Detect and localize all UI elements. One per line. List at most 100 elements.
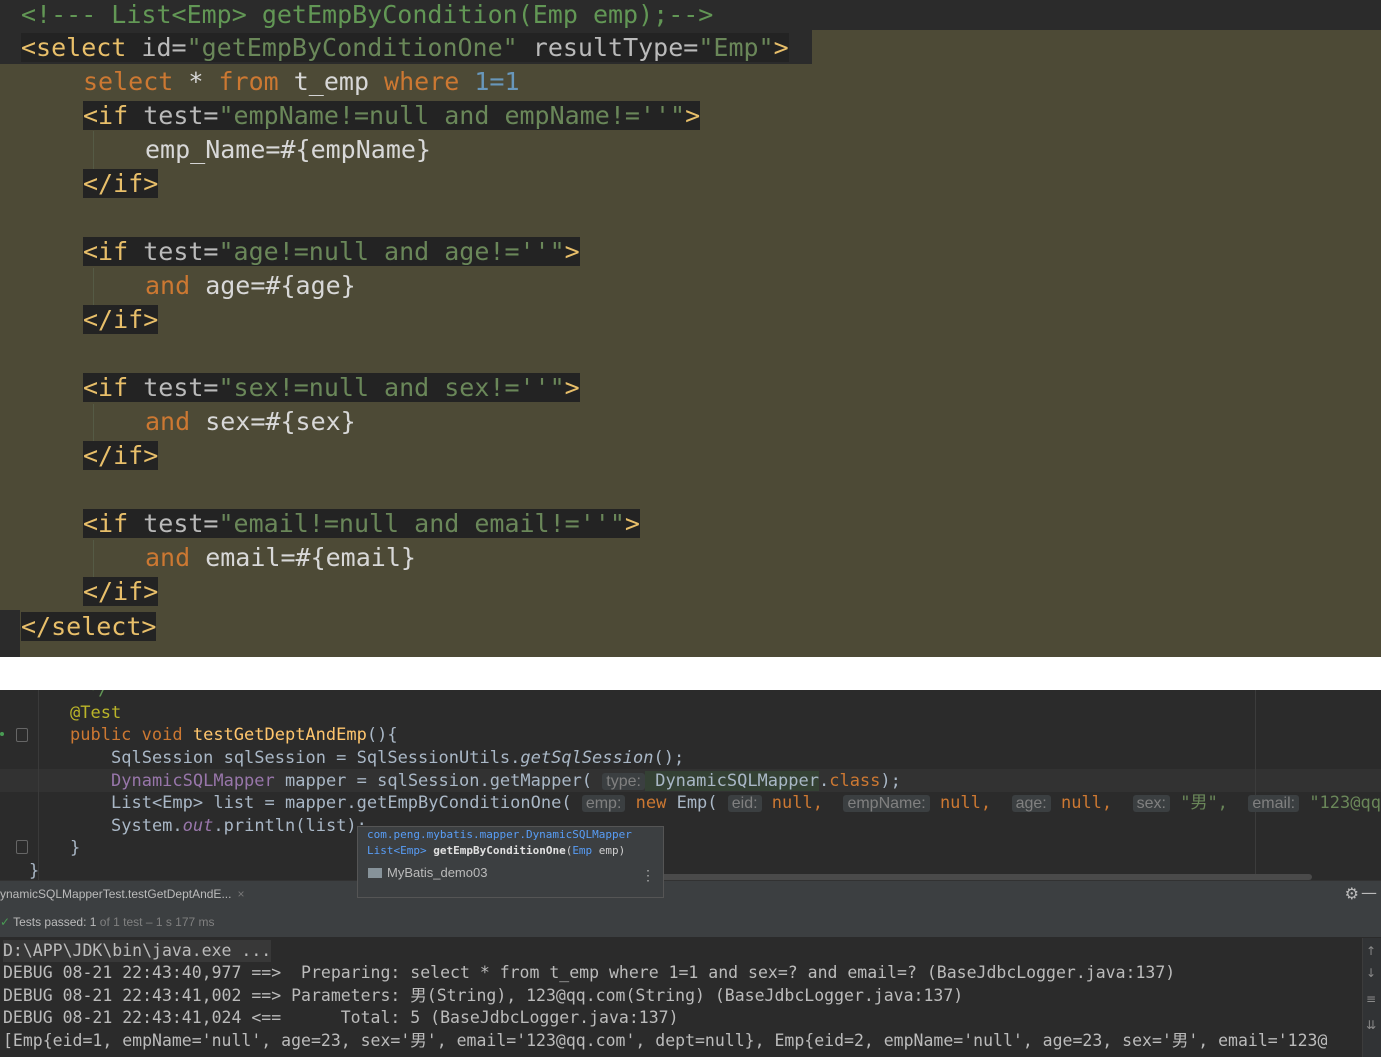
module-name: MyBatis_demo03 xyxy=(387,865,488,880)
console-line: DEBUG 08-21 22:43:41,024 <== Total: 5 (B… xyxy=(3,1008,679,1027)
code-text: System. xyxy=(111,816,183,836)
type-name: DynamicSQLMapper xyxy=(111,771,275,791)
run-marker-icon[interactable] xyxy=(0,732,4,736)
param-hint: type: xyxy=(602,773,645,790)
if-open-tag: <if test="email!=null and email!=''"> xyxy=(83,507,640,541)
code-line-list: List<Emp> list = mapper.getEmpByConditio… xyxy=(111,792,1381,814)
more-options-icon[interactable]: ⋮ xyxy=(641,867,655,884)
test-value: "empName!=null and empName!=''" xyxy=(218,101,686,130)
sql-from-kw: from xyxy=(218,67,279,96)
sql-star: * xyxy=(173,67,219,96)
console-line: DEBUG 08-21 22:43:40,977 ==> Preparing: … xyxy=(3,963,1176,982)
method-paren: (){ xyxy=(366,725,398,745)
java-ide[interactable]: */ @Test public void testGetDeptAndEmp()… xyxy=(0,690,1381,1057)
method-name: getEmpByConditionOne xyxy=(433,844,566,857)
param-hint: age: xyxy=(1011,795,1051,812)
soft-wrap-icon[interactable]: ≡ xyxy=(1366,992,1376,1006)
gear-icon[interactable]: ⚙ xyxy=(1345,884,1359,903)
popup-module: MyBatis_demo03 xyxy=(368,865,487,880)
scroll-to-end-icon[interactable]: ⇊ xyxy=(1366,1018,1376,1032)
run-tab-bar: ynamicSQLMapperTest.testGetDeptAndE... × … xyxy=(0,880,1381,907)
method-signature: public void testGetDeptAndEmp(){ xyxy=(70,724,398,746)
select-tag: <select xyxy=(21,33,142,62)
sql-where-kw: where xyxy=(384,67,460,96)
tag-close: > xyxy=(564,373,580,402)
fold-icon[interactable] xyxy=(16,728,28,742)
sql-table: t_emp xyxy=(278,67,385,96)
popup-qualified-name: com.peng.mybatis.mapper.DynamicSQLMapper xyxy=(367,828,632,841)
xml-editor[interactable]: <!--- List<Emp> getEmpByCondition(Emp em… xyxy=(0,0,1381,657)
comment-fragment: */ xyxy=(88,690,109,700)
return-type: List<Emp> xyxy=(367,844,434,857)
param-name: emp) xyxy=(592,844,626,857)
scroll-up-icon[interactable]: ↑ xyxy=(1366,944,1376,958)
run-tab-label: ynamicSQLMapperTest.testGetDeptAndE... xyxy=(0,887,232,901)
param-hint: email: xyxy=(1248,795,1300,812)
gutter-separator xyxy=(38,690,39,880)
console-line: D:\APP\JDK\bin\java.exe ... xyxy=(3,940,272,962)
public-kw: public xyxy=(70,725,132,745)
quick-doc-popup[interactable]: com.peng.mybatis.mapper.DynamicSQLMapper… xyxy=(357,826,664,898)
method-close-brace: } xyxy=(70,838,81,858)
if-tag: <if xyxy=(83,237,144,266)
id-value: "getEmpByConditionOne" xyxy=(186,33,518,62)
class-close-brace: } xyxy=(29,861,40,881)
class-ref: DynamicSQLMapper xyxy=(644,771,819,791)
param-hint: emp: xyxy=(581,795,626,812)
if-close-tag: </if> xyxy=(83,575,159,609)
if-body: and sex=#{sex} xyxy=(145,405,356,439)
code-text: mapper = sqlSession.getMapper( xyxy=(274,771,603,791)
test-status-bar: ✓ Tests passed: 1 of 1 test – 1 s 177 ms xyxy=(0,907,1381,937)
result-type-attr: resultType= xyxy=(517,33,699,62)
close-icon[interactable]: × xyxy=(237,887,244,901)
if-body: and email=#{email} xyxy=(145,541,416,575)
code-text: Emp( xyxy=(666,793,728,813)
indent-guide xyxy=(93,268,94,308)
arg-value: null, xyxy=(929,793,1012,813)
if-body: and age=#{age} xyxy=(145,269,356,303)
folder-icon xyxy=(368,868,382,878)
param-type: Emp xyxy=(572,844,593,857)
static-field: out xyxy=(182,816,214,836)
id-attr: id= xyxy=(141,33,187,62)
static-call: getSqlSession xyxy=(520,748,654,768)
console-line: DEBUG 08-21 22:43:41,002 ==> Parameters:… xyxy=(3,986,964,1005)
class-kw: class xyxy=(829,771,881,791)
if-close-tag: </if> xyxy=(83,303,159,337)
param-hint: empName: xyxy=(843,795,930,812)
and-kw: and xyxy=(145,271,191,300)
scroll-down-icon[interactable]: ↓ xyxy=(1366,966,1376,980)
if-end-tag: </if> xyxy=(83,305,159,334)
if-body-text: emp_Name=#{empName} xyxy=(145,135,431,164)
test-attr: test= xyxy=(143,509,219,538)
arg-value: "123@qq.com") xyxy=(1309,793,1381,813)
test-attr: test= xyxy=(143,101,219,130)
xml-comment-line: <!--- List<Emp> getEmpByCondition(Emp em… xyxy=(21,0,714,29)
test-attr: test= xyxy=(143,237,219,266)
select-line-highlight xyxy=(812,30,1381,64)
tag-close: > xyxy=(773,33,789,62)
select-close-tag: </select> xyxy=(21,610,157,644)
arg-value: null, xyxy=(761,793,844,813)
code-text: SqlSession sqlSession = SqlSessionUtils. xyxy=(111,748,521,768)
if-end-tag: </if> xyxy=(83,169,159,198)
minimize-icon[interactable]: — xyxy=(1361,883,1377,902)
result-type-value: "Emp" xyxy=(698,33,774,62)
run-tab[interactable]: ynamicSQLMapperTest.testGetDeptAndE... × xyxy=(0,881,254,907)
select-open-tag: <select id="getEmpByConditionOne" result… xyxy=(21,31,789,65)
param-hint: eid: xyxy=(727,795,762,812)
if-body-text: sex=#{sex} xyxy=(190,407,356,436)
tag-close: > xyxy=(624,509,640,538)
if-open-tag: <if test="sex!=null and sex!=''"> xyxy=(83,371,580,405)
fold-icon[interactable] xyxy=(16,840,28,854)
test-annotation: @Test xyxy=(70,703,122,723)
test-value: "age!=null and age!=''" xyxy=(218,237,565,266)
sql-condition: 1=1 xyxy=(459,67,520,96)
indent-guide xyxy=(93,540,94,580)
and-kw: and xyxy=(145,407,191,436)
test-value: "sex!=null and sex!=''" xyxy=(218,373,565,402)
console-line: [Emp{eid=1, empName='null', age=23, sex=… xyxy=(3,1031,1328,1050)
code-text: (); xyxy=(653,748,685,768)
indent-guide xyxy=(93,404,94,444)
console-output[interactable]: D:\APP\JDK\bin\java.exe ... DEBUG 08-21 … xyxy=(0,938,1362,1057)
